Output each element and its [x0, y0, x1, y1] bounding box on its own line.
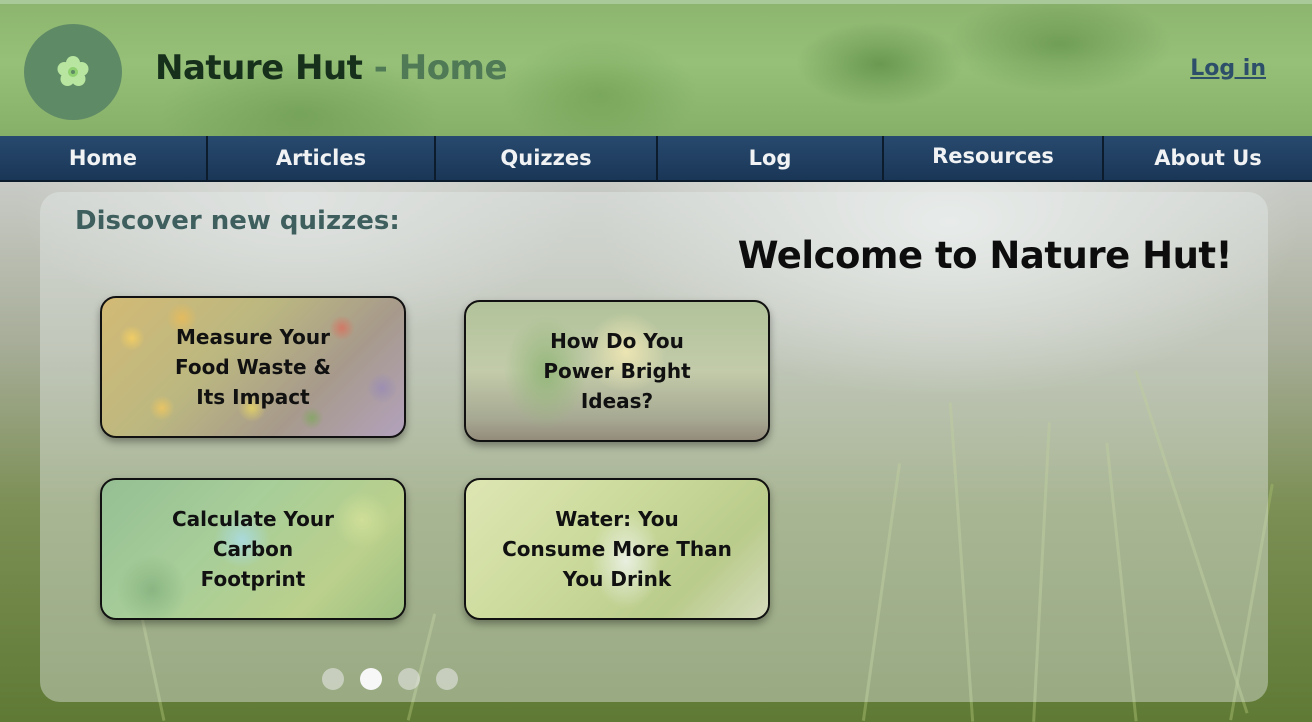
nav-item-log[interactable]: Log	[658, 136, 884, 180]
site-header: Nature Hut - Home Log in	[0, 0, 1312, 136]
main-content: Discover new quizzes: Welcome to Nature …	[0, 182, 1312, 722]
quiz-card-title: Measure Your Food Waste & Its Impact	[175, 325, 331, 409]
quiz-card-title: How Do You Power Bright Ideas?	[543, 329, 691, 413]
quiz-card-bright-ideas[interactable]: How Do You Power Bright Ideas?	[464, 300, 770, 442]
flower-icon	[57, 56, 89, 86]
discover-heading: Discover new quizzes:	[75, 206, 400, 236]
quiz-card-food-waste[interactable]: Measure Your Food Waste & Its Impact	[100, 296, 406, 438]
carousel-dot-3[interactable]	[398, 668, 420, 690]
login-link[interactable]: Log in	[1190, 56, 1266, 81]
quiz-card-title: Water: You Consume More Than You Drink	[502, 507, 732, 591]
main-nav: Home Articles Quizzes Log Resources Abou…	[0, 136, 1312, 182]
carousel-dot-4[interactable]	[436, 668, 458, 690]
site-logo[interactable]	[24, 24, 122, 120]
nav-item-about-us[interactable]: About Us	[1104, 136, 1312, 180]
nav-item-quizzes[interactable]: Quizzes	[436, 136, 658, 180]
quiz-card-title: Calculate Your Carbon Footprint	[171, 507, 335, 591]
carousel-indicators	[322, 668, 458, 690]
quiz-card-water[interactable]: Water: You Consume More Than You Drink	[464, 478, 770, 620]
carousel-dot-2[interactable]	[360, 668, 382, 690]
nav-item-home[interactable]: Home	[0, 136, 208, 180]
welcome-heading: Welcome to Nature Hut!	[737, 234, 1233, 277]
site-name: Nature Hut	[155, 48, 363, 88]
title-separator: -	[362, 48, 399, 88]
quiz-card-carbon-footprint[interactable]: Calculate Your Carbon Footprint	[100, 478, 406, 620]
nav-item-resources[interactable]: Resources	[884, 136, 1104, 180]
carousel-dot-1[interactable]	[322, 668, 344, 690]
current-page-name: Home	[398, 48, 508, 88]
nav-item-articles[interactable]: Articles	[208, 136, 436, 180]
page-title: Nature Hut - Home	[155, 48, 508, 96]
